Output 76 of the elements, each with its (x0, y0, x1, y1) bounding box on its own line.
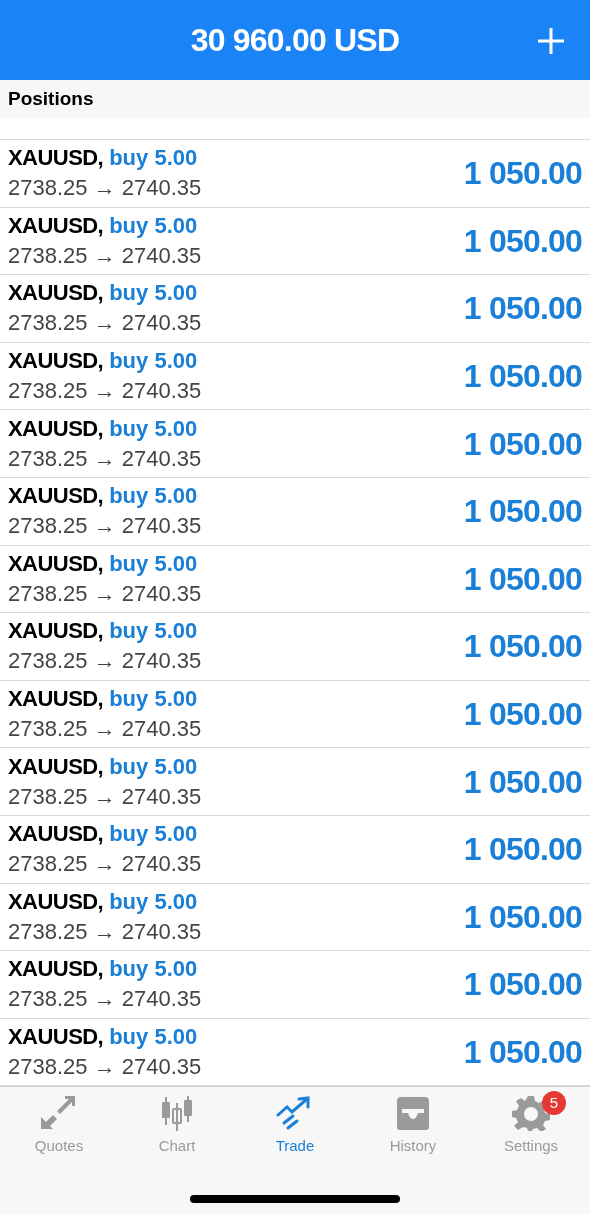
profit-value: 1 050.00 (463, 424, 582, 464)
position-row[interactable]: XAUUSD, buy 5.00 2738.25 → 2740.35 1 050.00 (0, 815, 590, 884)
profit-value: 1 050.00 (463, 357, 582, 397)
price-change: 2738.25 → 2740.35 (8, 917, 202, 946)
price-change: 2738.25 → 2740.35 (8, 782, 202, 811)
position-row[interactable]: XAUUSD, buy 5.00 2738.25 → 2740.35 1 050.00 (0, 410, 590, 478)
order-label: buy 5.00 (109, 144, 198, 173)
profit-value: 1 050.00 (463, 1033, 582, 1072)
profit-value: 1 050.00 (463, 830, 582, 870)
price-change: 2738.25 → 2740.35 (8, 174, 202, 203)
plus-icon (538, 28, 564, 54)
order-label: buy 5.00 (109, 820, 198, 849)
tab-button[interactable]: Trade (236, 1095, 354, 1158)
order-label: buy 5.00 (109, 955, 198, 984)
notification-badge: 5 (542, 1091, 566, 1116)
symbol-label: XAUUSD, (8, 211, 104, 240)
price-change: 2738.25 → 2740.35 (8, 985, 202, 1014)
position-row[interactable]: XAUUSD, buy 5.00 2738.25 → 2740.35 1 050.00 (0, 477, 590, 546)
position-row[interactable]: XAUUSD, buy 5.00 2738.25 → 2740.35 1 050.00 (0, 207, 590, 276)
profit-value: 1 050.00 (463, 559, 582, 599)
profit-value: 1 050.00 (463, 154, 582, 194)
price-change: 2738.25 → 2740.35 (8, 444, 202, 473)
symbol-label: XAUUSD, (8, 279, 104, 308)
position-row[interactable]: XAUUSD, buy 5.00 2738.25 → 2740.35 1 050.00 (0, 951, 590, 1019)
profit-value: 1 050.00 (463, 627, 582, 667)
symbol-label: XAUUSD, (8, 752, 104, 781)
price-change: 2738.25 → 2740.35 (8, 241, 202, 270)
order-label: buy 5.00 (109, 887, 198, 916)
symbol-label: XAUUSD, (8, 685, 104, 714)
order-label: buy 5.00 (109, 1023, 198, 1051)
price-change: 2738.25 → 2740.35 (8, 850, 202, 879)
gear-icon (511, 1095, 551, 1132)
profit-value: 1 050.00 (463, 221, 582, 261)
profit-value: 1 050.00 (463, 492, 582, 532)
price-change: 2738.25 → 2740.35 (8, 579, 202, 608)
price-change: 2738.25 → 2740.35 (8, 715, 202, 744)
symbol-label: XAUUSD, (8, 887, 104, 916)
symbol-label: XAUUSD, (8, 482, 104, 511)
price-change: 2738.25 → 2740.35 (8, 647, 202, 676)
order-label: buy 5.00 (109, 752, 198, 781)
position-row[interactable]: XAUUSD, buy 5.00 2738.25 → 2740.35 1 050.00 (0, 140, 590, 208)
position-row[interactable]: XAUUSD, buy 5.00 2738.25 → 2740.35 1 050.00 (0, 613, 590, 681)
profit-value: 1 050.00 (463, 897, 582, 937)
account-balance: 30 960.00 USD (190, 21, 400, 60)
position-row[interactable]: XAUUSD, buy 5.00 2738.25 → 2740.35 1 050.00 (0, 748, 590, 816)
price-change: 2738.25 → 2740.35 (8, 309, 202, 338)
add-button[interactable] (538, 28, 564, 54)
symbol-label: XAUUSD, (8, 617, 104, 646)
order-label: buy 5.00 (109, 482, 198, 511)
order-label: buy 5.00 (109, 347, 198, 376)
profit-value: 1 050.00 (463, 289, 582, 329)
order-label: buy 5.00 (109, 414, 198, 443)
price-change: 2738.25 → 2740.35 (8, 377, 202, 406)
order-label: buy 5.00 (109, 211, 198, 240)
position-row[interactable]: XAUUSD, buy 5.00 2738.25 → 2740.35 1 050.00 (0, 680, 590, 749)
profit-value: 1 050.00 (463, 695, 582, 735)
symbol-label: XAUUSD, (8, 347, 104, 376)
order-label: buy 5.00 (109, 685, 198, 714)
profit-value: 1 050.00 (463, 965, 582, 1005)
symbol-label: XAUUSD, (8, 1023, 104, 1051)
profit-value: 1 050.00 (463, 762, 582, 802)
symbol-label: XAUUSD, (8, 955, 104, 984)
position-row[interactable]: XAUUSD, buy 5.00 2738.25 → 2740.35 1 050.00 (0, 545, 590, 614)
position-row[interactable]: XAUUSD, buy 5.00 2738.25 → 2740.35 1 050.00 (0, 883, 590, 952)
order-label: buy 5.00 (109, 549, 198, 578)
order-label: buy 5.00 (109, 617, 198, 646)
position-row[interactable]: XAUUSD, buy 5.00 2738.25 → 2740.35 1 050.00 (0, 342, 590, 411)
order-label: buy 5.00 (109, 279, 198, 308)
symbol-label: XAUUSD, (8, 414, 104, 443)
position-row[interactable]: XAUUSD, buy 5.00 2738.25 → 2740.35 1 050.00 (0, 275, 590, 343)
section-title: Positions (8, 86, 94, 111)
symbol-label: XAUUSD, (8, 820, 104, 849)
symbol-label: XAUUSD, (8, 549, 104, 578)
price-change: 2738.25 → 2740.35 (8, 512, 202, 541)
symbol-label: XAUUSD, (8, 144, 104, 173)
price-change: 2738.25 → 2740.35 (8, 1053, 202, 1081)
